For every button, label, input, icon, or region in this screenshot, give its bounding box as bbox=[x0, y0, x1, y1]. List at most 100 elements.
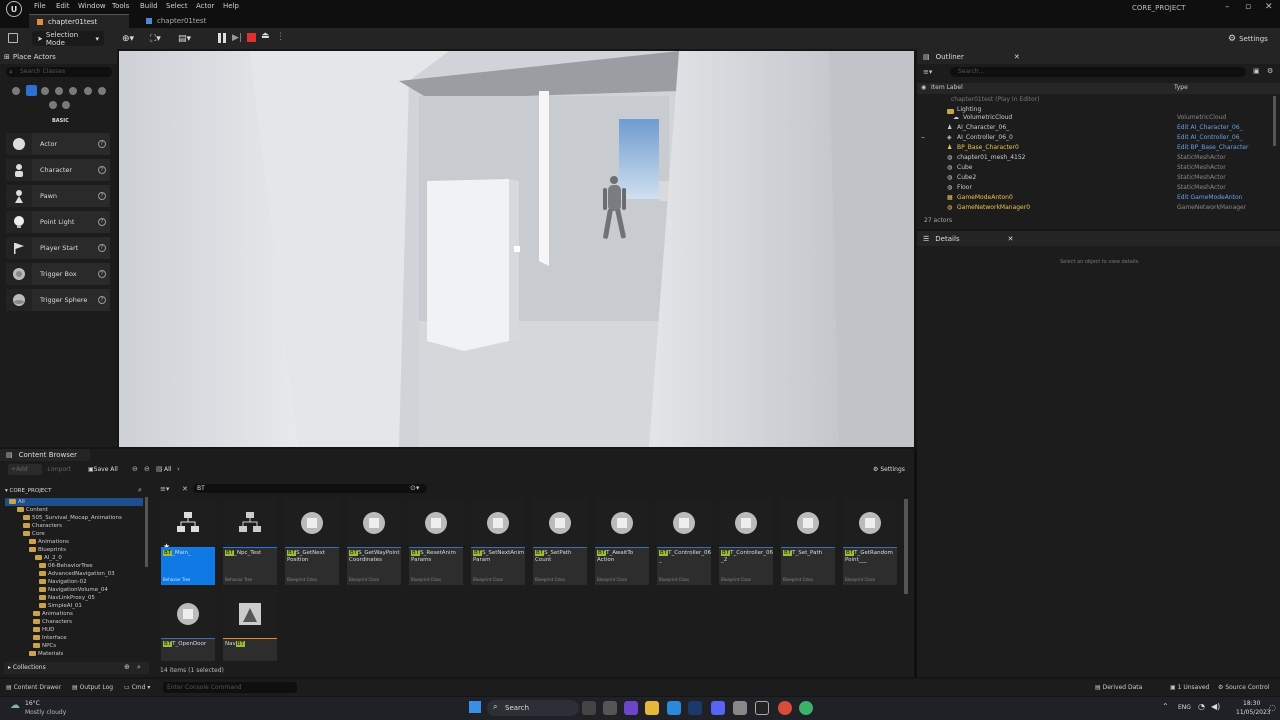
tree-item[interactable]: 06-BehaviorTree bbox=[39, 562, 93, 570]
chevron-up-icon[interactable]: ⌃ bbox=[1162, 702, 1169, 711]
add-content-icon[interactable]: ⊕▾ bbox=[122, 31, 134, 46]
tree-item[interactable]: Navigation-02 bbox=[39, 578, 87, 586]
outliner-row[interactable]: ☁ VolumetricCloud VolumetricCloud bbox=[917, 113, 1272, 123]
cinematics-icon[interactable]: ▤▾ bbox=[178, 31, 191, 46]
filter-icon[interactable]: ≡▾ bbox=[923, 68, 932, 76]
tree-item[interactable]: SimpleAI_01 bbox=[39, 602, 82, 610]
history-forward-icon[interactable]: ⊖ bbox=[144, 465, 150, 473]
tree-item[interactable]: Content bbox=[17, 506, 48, 514]
app-icon-other[interactable] bbox=[799, 701, 813, 715]
menu-select[interactable]: Select bbox=[166, 2, 188, 10]
outliner-search-input[interactable]: Search... bbox=[950, 67, 1246, 77]
menu-window[interactable]: Window bbox=[78, 2, 106, 10]
tree-scrollbar[interactable] bbox=[145, 497, 148, 567]
shapes-category-icon[interactable] bbox=[55, 87, 63, 95]
maximize-icon[interactable]: ▫ bbox=[1245, 2, 1251, 12]
frame-skip-icon[interactable]: ▶| bbox=[232, 33, 242, 43]
search-icon[interactable]: ⌕ bbox=[138, 486, 142, 495]
asset-scrollbar[interactable] bbox=[904, 499, 908, 594]
tree-item[interactable]: 505_Survival_Mocap_Animations bbox=[23, 514, 122, 522]
chevron-right-icon[interactable]: › bbox=[177, 465, 180, 473]
app-icon-unreal[interactable] bbox=[755, 701, 769, 715]
outliner-row[interactable]: ♟ AI_Character_06_ Edit AI_Character_06_ bbox=[917, 123, 1272, 133]
menu-actor[interactable]: Actor bbox=[196, 2, 214, 10]
asset-tile[interactable]: BT_Npc_Test Behavior Tree bbox=[223, 498, 277, 585]
close-icon[interactable]: ✕ bbox=[1008, 235, 1014, 243]
eject-icon[interactable]: ⏏ bbox=[261, 31, 270, 41]
add-collection-icon[interactable]: ⊕ bbox=[124, 663, 130, 671]
pause-icon[interactable] bbox=[218, 33, 221, 43]
clock-date[interactable]: 11/05/2023 bbox=[1236, 709, 1271, 716]
unsaved-button[interactable]: ▣ 1 Unsaved bbox=[1170, 684, 1209, 691]
level-viewport[interactable] bbox=[119, 51, 914, 447]
derived-data-button[interactable]: ▤ Derived Data bbox=[1095, 684, 1142, 691]
settings-icon[interactable]: ⚙ bbox=[1267, 67, 1273, 75]
app-icon-epic[interactable] bbox=[733, 701, 747, 715]
source-control-button[interactable]: ⚙ Source Control bbox=[1218, 684, 1270, 691]
add-button[interactable]: +Add bbox=[8, 464, 42, 475]
asset-search-input[interactable]: BT bbox=[193, 484, 427, 493]
app-icon-chat[interactable] bbox=[582, 701, 596, 715]
cinematic-category-icon[interactable] bbox=[69, 87, 77, 95]
all-classes-category-icon[interactable] bbox=[62, 101, 70, 109]
asset-tile[interactable]: BTT_Controller_06 _2 Blueprint Class bbox=[719, 498, 773, 585]
save-icon[interactable] bbox=[8, 33, 18, 43]
tree-item[interactable]: NPCs bbox=[33, 642, 56, 650]
asset-tile[interactable]: BTT_AwaitTo Action Blueprint Class bbox=[595, 498, 649, 585]
outliner-row[interactable]: ◍ chapter01_mesh_4152 StaticMeshActor bbox=[917, 153, 1272, 163]
outliner-row[interactable]: ♟ BP_Base_Character0 Edit BP_Base_Characte… bbox=[917, 143, 1272, 153]
app-icon-edge[interactable] bbox=[667, 701, 681, 715]
tree-item[interactable]: All bbox=[9, 498, 25, 506]
actor-item-actor[interactable]: Actor ? bbox=[6, 133, 110, 155]
column-type[interactable]: Type bbox=[1174, 84, 1188, 91]
tree-item[interactable]: Blueprints bbox=[29, 546, 66, 554]
tree-item[interactable]: AdvancedNavigation_03 bbox=[39, 570, 115, 578]
outliner-row[interactable]: ◍ Cube StaticMeshActor bbox=[917, 163, 1272, 173]
actor-item-trigger-box[interactable]: Trigger Box ? bbox=[6, 263, 110, 285]
content-drawer-button[interactable]: ▤ Content Drawer bbox=[6, 684, 61, 691]
close-icon[interactable]: ✕ bbox=[1014, 53, 1020, 61]
basic-category-icon[interactable] bbox=[26, 85, 37, 96]
tree-item[interactable]: Animations bbox=[33, 610, 73, 618]
help-icon[interactable]: ? bbox=[98, 192, 106, 200]
wifi-icon[interactable]: ◔ bbox=[1198, 702, 1205, 711]
app-icon-explorer[interactable] bbox=[645, 701, 659, 715]
close-icon[interactable]: ✕ bbox=[1265, 2, 1273, 12]
project-root[interactable]: ▾ CORE_PROJECT bbox=[5, 486, 150, 496]
language-indicator[interactable]: ENG bbox=[1178, 704, 1191, 711]
search-icon[interactable]: ⌕ bbox=[137, 663, 141, 672]
outliner-row[interactable]: ◍ Cube2 StaticMeshActor bbox=[917, 173, 1272, 183]
outliner-row[interactable]: ◍ Floor StaticMeshActor bbox=[917, 183, 1272, 193]
cmd-dropdown[interactable]: ▭ Cmd ▾ bbox=[124, 684, 150, 691]
actor-item-trigger-sphere[interactable]: Trigger Sphere ? bbox=[6, 289, 110, 311]
tree-item[interactable]: Animations bbox=[29, 538, 69, 546]
history-back-icon[interactable]: ⊖ bbox=[132, 465, 138, 473]
actor-item-pawn[interactable]: Pawn ? bbox=[6, 185, 110, 207]
search-classes-input[interactable]: Search Classes bbox=[6, 67, 112, 77]
app-icon-chrome[interactable] bbox=[778, 701, 792, 715]
lights-category-icon[interactable] bbox=[41, 87, 49, 95]
selection-mode-dropdown[interactable]: ➤ Selection Mode ▾ bbox=[32, 31, 104, 47]
actor-item-character[interactable]: Character ? bbox=[6, 159, 110, 181]
cb-settings-button[interactable]: ⚙ Settings bbox=[873, 466, 905, 473]
tree-item[interactable]: AI_2_0 bbox=[35, 554, 62, 562]
menu-help[interactable]: Help bbox=[223, 2, 239, 10]
save-all-button[interactable]: ▣Save All bbox=[88, 464, 122, 475]
menu-edit[interactable]: Edit bbox=[56, 2, 70, 10]
filter-icon[interactable]: ≡▾ bbox=[160, 485, 169, 493]
actor-item-player-start[interactable]: Player Start ? bbox=[6, 237, 110, 259]
breadcrumb-all[interactable]: All bbox=[164, 466, 171, 473]
asset-tile[interactable]: BTS_SetPath Count Blueprint Class bbox=[533, 498, 587, 585]
asset-tile[interactable]: NavBT bbox=[223, 589, 277, 661]
minimize-icon[interactable]: – bbox=[1225, 2, 1230, 12]
menu-file[interactable]: File bbox=[34, 2, 46, 10]
help-icon[interactable]: ? bbox=[98, 166, 106, 174]
visibility-icon[interactable]: ◉ bbox=[921, 84, 926, 91]
tab-level-active[interactable]: chapter01test bbox=[29, 14, 129, 28]
asset-tile[interactable]: BTT_GetRandom Point___ Blueprint Class bbox=[843, 498, 897, 585]
asset-tile[interactable]: ★ BT_Main_Behavior Tree bbox=[161, 498, 215, 585]
help-icon[interactable]: ? bbox=[98, 140, 106, 148]
tree-item[interactable]: HUD bbox=[33, 626, 54, 634]
folder-icon[interactable]: ▤ bbox=[156, 465, 163, 473]
asset-tile[interactable]: BTT_OpenDoor bbox=[161, 589, 215, 661]
